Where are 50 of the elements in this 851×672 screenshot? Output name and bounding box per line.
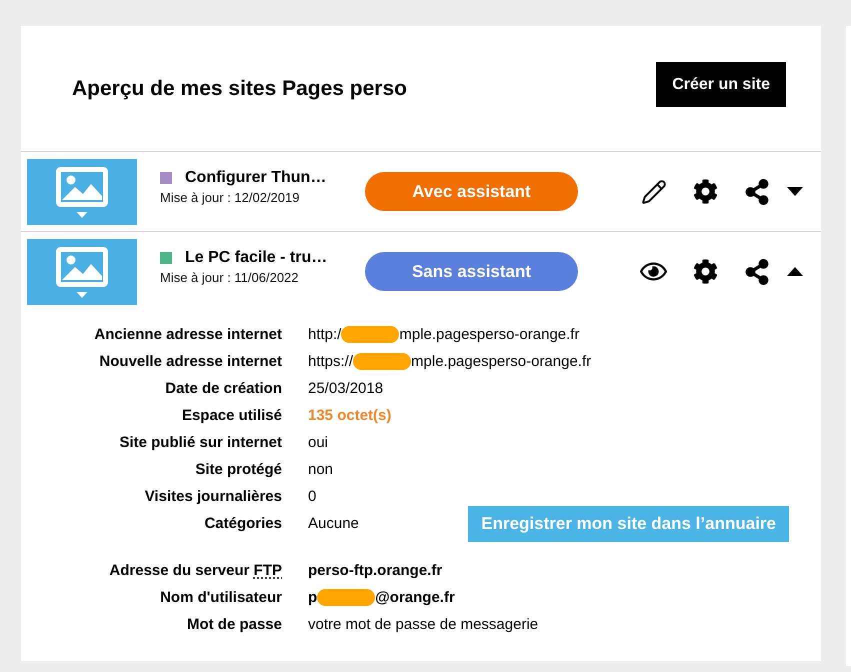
detail-label: Espace utilisé [182, 407, 282, 424]
detail-label: Nouvelle adresse internet [99, 353, 282, 370]
detail-value: 25/03/2018 [308, 380, 384, 397]
redaction-mark [317, 589, 376, 606]
share-icon[interactable] [744, 178, 770, 204]
page-title: Aperçu de mes sites Pages perso [72, 76, 407, 102]
detail-label: Site publié sur internet [119, 434, 282, 451]
image-icon [56, 166, 108, 206]
directory-button[interactable]: Enregistrer mon site dans l’annuaire [468, 506, 789, 542]
settings-icon[interactable] [693, 179, 718, 204]
detail-value: mple.pagesperso-orange.fr [411, 353, 592, 370]
detail-label: Date de création [165, 380, 282, 397]
redaction-mark [353, 353, 412, 370]
detail-label: Site protégé [195, 461, 282, 478]
redaction-mark [341, 326, 400, 343]
image-icon [56, 246, 108, 286]
caret-icon[interactable] [787, 187, 803, 196]
detail-value: perso-ftp.orange.fr [308, 562, 442, 579]
detail-value: 135 octet(s) [308, 407, 392, 424]
mode-button[interactable]: Avec assistant [365, 172, 578, 211]
detail-value: oui [308, 434, 328, 451]
pencil-icon[interactable] [641, 178, 667, 204]
detail-value: https:// [308, 353, 354, 370]
caret-icon [76, 292, 88, 298]
detail-value: 0 [308, 488, 316, 505]
caret-icon [76, 212, 88, 218]
mode-button[interactable]: Sans assistant [365, 252, 578, 291]
caret-icon[interactable] [787, 267, 803, 276]
detail-value: @orange.fr [375, 589, 455, 606]
detail-label: Adresse du serveur FTP [109, 562, 282, 579]
site-thumbnail[interactable] [27, 158, 137, 224]
detail-label: Mot de passe [186, 616, 282, 633]
settings-icon[interactable] [693, 259, 718, 284]
detail-label: Visites journalières [144, 488, 282, 505]
detail-label: Catégories [204, 515, 282, 532]
site-thumbnail[interactable] [27, 238, 137, 304]
site-title: Le PC facile - tru… [185, 248, 328, 266]
detail-label: Ancienne adresse internet [94, 326, 282, 343]
update-date: Mise à jour : 12/02/2019 [160, 188, 300, 207]
share-icon[interactable] [744, 258, 770, 284]
detail-value: p [308, 589, 318, 606]
detail-value: Aucune [308, 515, 359, 532]
update-date: Mise à jour : 11/06/2022 [160, 268, 299, 287]
create-site-button[interactable]: Créer un site [656, 62, 786, 107]
detail-value: mple.pagesperso-orange.fr [399, 326, 580, 343]
site-title: Configurer Thun… [185, 168, 326, 186]
detail-value: http:/ [308, 326, 342, 343]
detail-label: Nom d'utilisateur [160, 589, 282, 606]
detail-value: votre mot de passe de messagerie [308, 616, 538, 633]
detail-value: non [308, 461, 334, 478]
